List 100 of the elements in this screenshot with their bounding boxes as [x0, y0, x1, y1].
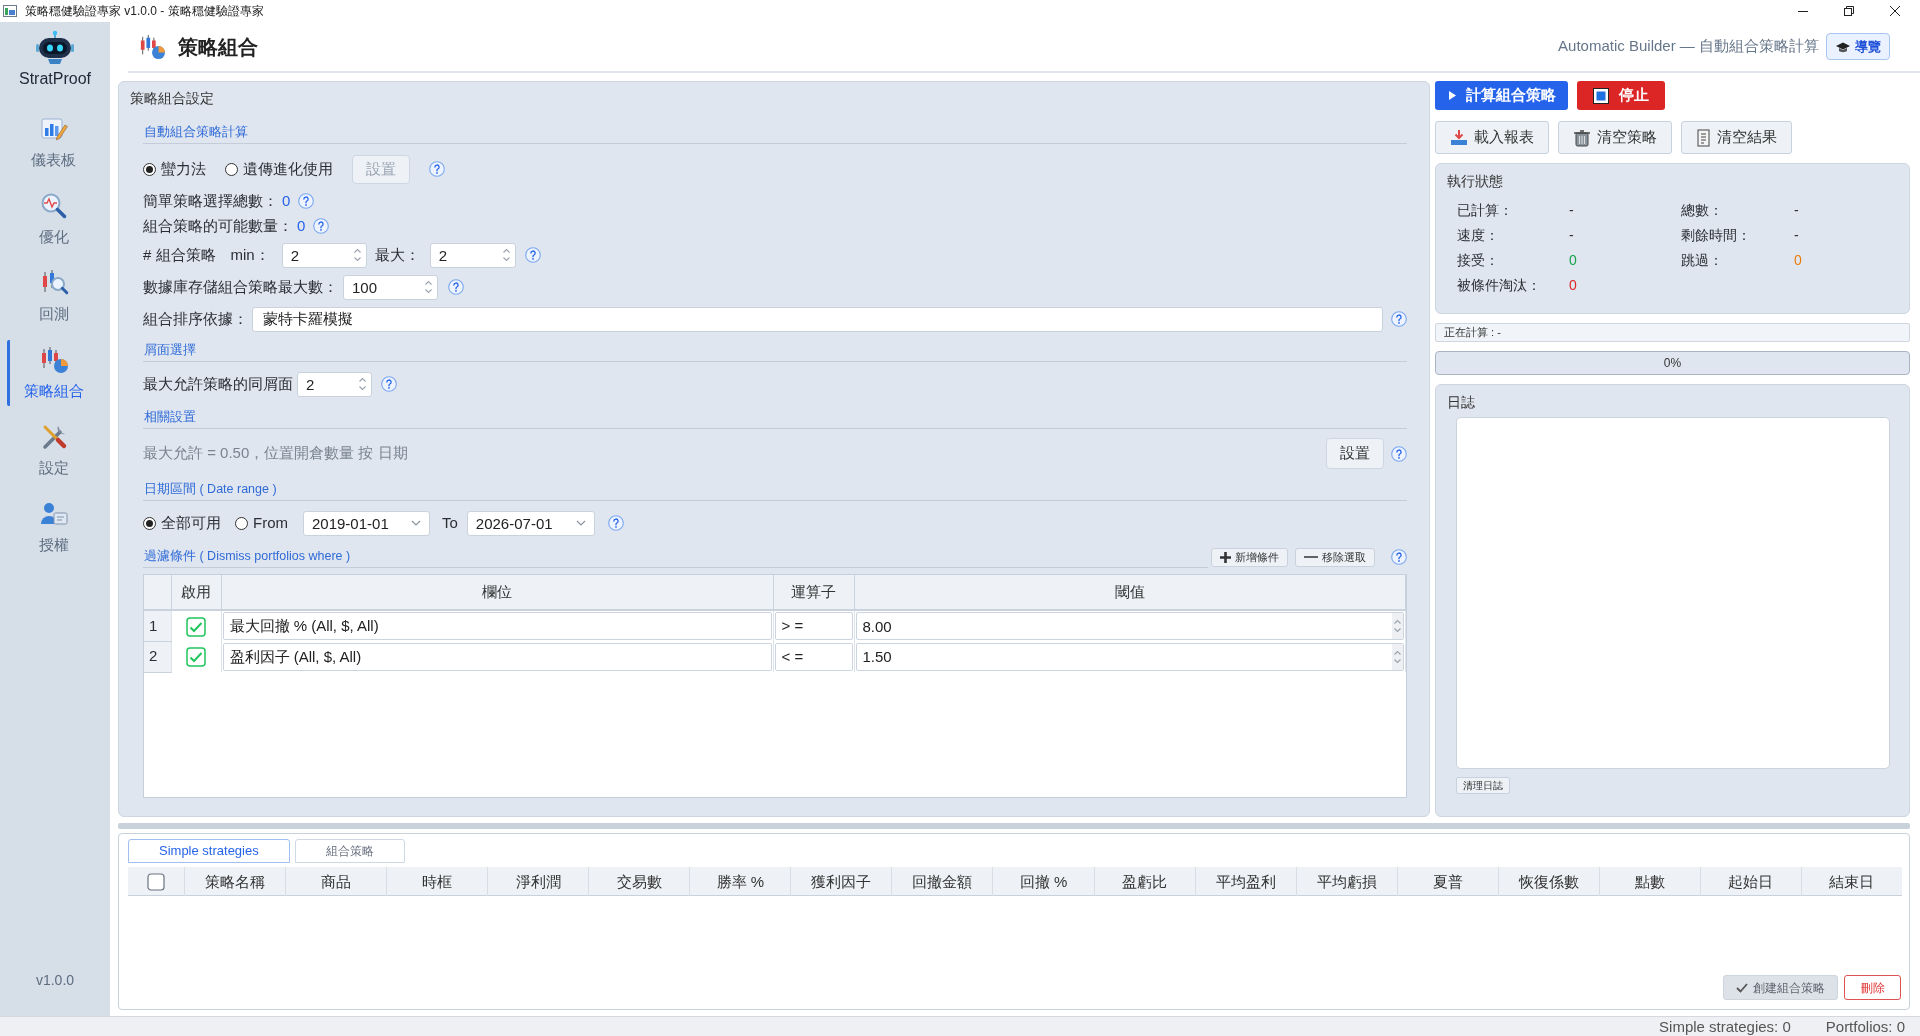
load-report-button[interactable]: 載入報表 — [1435, 121, 1549, 154]
field-label: To — [442, 512, 458, 533]
spinner-arrows-icon[interactable] — [351, 246, 363, 264]
field-label: 數據庫存儲組合策略最大數： — [143, 276, 338, 297]
play-icon — [1447, 90, 1457, 101]
date-dropdown[interactable]: 2026-07-01 — [466, 510, 595, 536]
help-icon[interactable] — [448, 279, 464, 295]
chevron-down-icon[interactable] — [575, 520, 586, 526]
radio-label[interactable]: 遺傳進化使用 — [243, 157, 333, 181]
stat-label: 速度： — [1457, 226, 1500, 245]
radio-label[interactable]: 全部可用 — [161, 511, 221, 535]
checkbox[interactable] — [186, 616, 206, 637]
column-header: 交易數 — [588, 867, 690, 896]
help-icon[interactable] — [1391, 445, 1407, 462]
number-field[interactable]: 2 — [281, 242, 367, 268]
candlestick-pie-icon — [138, 33, 166, 60]
help-icon[interactable] — [313, 218, 330, 234]
stat-label: 剩餘時間： — [1681, 226, 1752, 245]
help-icon[interactable] — [429, 161, 445, 177]
current-task-label: 正在計算 : - — [1435, 323, 1910, 342]
column-header: 勝率 % — [689, 867, 791, 896]
status-text: Portfolios: 0 — [1825, 1017, 1905, 1036]
number-input[interactable]: 2 — [430, 243, 501, 267]
stat-value: - — [1794, 226, 1800, 245]
add-condition-button[interactable]: 新增條件 — [1211, 547, 1288, 567]
sidebar-item[interactable]: 設定 — [7, 417, 97, 483]
sidebar-item[interactable]: 儀表板 — [7, 109, 97, 175]
number-input[interactable]: 2 — [282, 243, 352, 267]
user-card-icon — [38, 500, 69, 528]
column-header: 欄位 — [221, 575, 773, 610]
date-input[interactable]: 2019-01-01 — [304, 511, 411, 535]
guide-button[interactable]: 導覽 — [1826, 33, 1890, 60]
spinner-arrows-icon[interactable] — [1392, 613, 1403, 639]
column-header: 平均盈利 — [1194, 867, 1296, 896]
number-field[interactable]: 2 — [297, 371, 372, 397]
date-dropdown[interactable]: 2019-01-01 — [303, 510, 430, 536]
column-header: 策略名稱 — [184, 867, 286, 896]
spinner-arrows-icon[interactable] — [357, 375, 368, 393]
stop-icon — [1593, 87, 1609, 104]
radio-button[interactable] — [143, 516, 156, 530]
table-cell: 最大回撤 % (All, $, All) — [222, 612, 772, 640]
spinner-arrows-icon[interactable] — [423, 278, 434, 296]
sidebar-item[interactable]: 授權 — [7, 494, 97, 560]
panel-title: 策略組合設定 — [129, 89, 214, 108]
number-field[interactable]: 2 — [429, 242, 516, 268]
tab[interactable]: 組合策略 — [294, 839, 405, 863]
remove-selected-button[interactable]: 移除選取 — [1295, 547, 1375, 567]
help-icon[interactable] — [1391, 311, 1407, 327]
clear-results-button[interactable]: 清空結果 — [1681, 121, 1792, 154]
delete-button[interactable]: 刪除 — [1844, 975, 1901, 1000]
bar-chart-icon — [38, 115, 69, 143]
plus-icon — [1220, 551, 1231, 563]
graduation-cap-icon — [1835, 40, 1851, 53]
radio-button[interactable] — [235, 516, 248, 530]
field-label: 最大： — [374, 244, 420, 265]
sidebar-item[interactable]: 優化 — [7, 186, 97, 252]
radio-label[interactable]: From — [253, 511, 288, 535]
date-input[interactable]: 2026-07-01 — [467, 511, 576, 535]
number-field[interactable]: 100 — [343, 274, 438, 300]
setup-button[interactable]: 設置 — [1326, 438, 1384, 469]
help-icon[interactable] — [607, 515, 624, 531]
help-icon[interactable] — [1391, 549, 1407, 565]
tab[interactable]: Simple strategies — [128, 839, 290, 863]
robot-logo-icon — [35, 30, 75, 66]
column-header: 獲利因子 — [790, 867, 892, 896]
row-number: 1 — [144, 610, 171, 641]
checkbox[interactable] — [186, 647, 206, 668]
table-cell: 盈利因子 (All, $, All) — [222, 642, 772, 671]
spinner-arrows-icon[interactable] — [500, 246, 512, 264]
chevron-down-icon[interactable] — [411, 520, 421, 526]
stop-button[interactable]: 停止 — [1577, 81, 1665, 110]
help-icon[interactable] — [381, 376, 397, 392]
number-input[interactable]: 100 — [344, 275, 423, 299]
close-icon[interactable] — [1890, 6, 1900, 16]
spinner-arrows-icon[interactable] — [1392, 643, 1403, 670]
stat-label: 接受： — [1457, 251, 1500, 270]
clear-strategies-button[interactable]: 清空策略 — [1558, 121, 1672, 154]
clear-log-button[interactable]: 清理日誌 — [1456, 777, 1510, 794]
count-value: 0 — [297, 215, 306, 236]
section-heading: 過濾條件 ( Dismiss portfolios where ) — [143, 546, 1208, 568]
checkbox[interactable] — [147, 872, 165, 891]
field-label: 最大允許策略的同屑面 — [143, 373, 293, 394]
radio-button[interactable] — [143, 162, 156, 176]
page-title: 策略組合 — [178, 34, 258, 60]
stat-label: 跳過： — [1681, 251, 1724, 270]
help-icon[interactable] — [524, 247, 541, 263]
column-header: 結束日 — [1800, 867, 1902, 896]
number-input[interactable]: 2 — [298, 372, 357, 396]
run-button[interactable]: 計算組合策略 — [1435, 81, 1568, 110]
help-icon[interactable] — [298, 193, 315, 209]
section-heading: 相關設置 — [143, 407, 1407, 429]
sidebar-item[interactable]: 回測 — [7, 263, 97, 329]
radio-button[interactable] — [225, 162, 238, 176]
restore-icon[interactable] — [1844, 6, 1854, 16]
text-field[interactable]: 蒙特卡羅模擬 — [252, 306, 1383, 332]
radio-label[interactable]: 蠻力法 — [161, 157, 206, 181]
panel-title: 日誌 — [1446, 393, 1475, 411]
column-header: 閾值 — [854, 575, 1406, 610]
sidebar-item[interactable]: 策略組合 — [7, 340, 97, 406]
row-number: 2 — [144, 641, 171, 672]
